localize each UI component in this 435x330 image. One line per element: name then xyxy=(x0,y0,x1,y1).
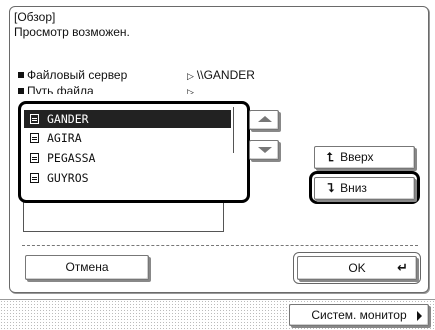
system-monitor-label: Систем. монитор xyxy=(311,308,407,322)
dialog-message: Просмотр возможен. xyxy=(14,25,130,39)
ok-button-label: OK xyxy=(348,261,366,275)
dialog-header: [Обзор] Просмотр возможен. xyxy=(14,10,130,40)
folder-icon xyxy=(30,114,39,124)
down-button-label: Вниз xyxy=(340,181,367,195)
file-path-label: Путь файла xyxy=(27,84,94,94)
list-item-pegassa[interactable]: PEGASSA xyxy=(24,149,231,167)
folder-icon xyxy=(30,173,39,183)
folder-icon xyxy=(30,133,39,143)
scroll-up-button[interactable] xyxy=(249,110,279,130)
dialog-title: [Обзор] xyxy=(14,10,56,24)
folder-icon xyxy=(30,153,39,163)
enter-return-icon: ↵ xyxy=(397,260,408,275)
file-server-value: \\GANDER xyxy=(196,68,255,82)
ok-button[interactable]: OK ↵ xyxy=(297,256,417,280)
cancel-button[interactable]: Отмена xyxy=(25,255,149,280)
pointer-right-icon: ▷ xyxy=(187,87,194,94)
file-path-row: Путь файла ▷ xyxy=(18,84,197,94)
up-button-label: Вверх xyxy=(340,150,374,164)
bullet-icon xyxy=(18,72,24,78)
list-item-guyros[interactable]: GUYROS xyxy=(24,169,231,187)
list-item-agira[interactable]: AGIRA xyxy=(24,129,231,147)
triangle-down-icon xyxy=(258,147,272,153)
cancel-button-label: Отмена xyxy=(65,260,109,274)
pointer-right-icon: ▷ xyxy=(187,71,194,81)
arrow-up-icon: ⮤ xyxy=(327,150,335,164)
list-item-gander[interactable]: GANDER xyxy=(24,110,231,128)
file-server-label: Файловый сервер xyxy=(27,68,128,82)
divider xyxy=(22,245,418,246)
triangle-right-icon xyxy=(417,311,422,321)
arrow-down-icon: ⮧ xyxy=(327,181,335,195)
up-button[interactable]: ⮤ Вверх xyxy=(314,146,415,169)
triangle-up-icon xyxy=(258,116,272,122)
file-server-row: Файловый сервер ▷ \\GANDER xyxy=(18,68,255,83)
scroll-down-button[interactable] xyxy=(249,140,279,160)
system-monitor-button[interactable]: Систем. монитор xyxy=(289,304,429,326)
down-button[interactable]: ⮧ Вниз xyxy=(314,177,415,200)
listbox-scroll-divider xyxy=(233,107,234,153)
bullet-icon xyxy=(18,88,24,94)
